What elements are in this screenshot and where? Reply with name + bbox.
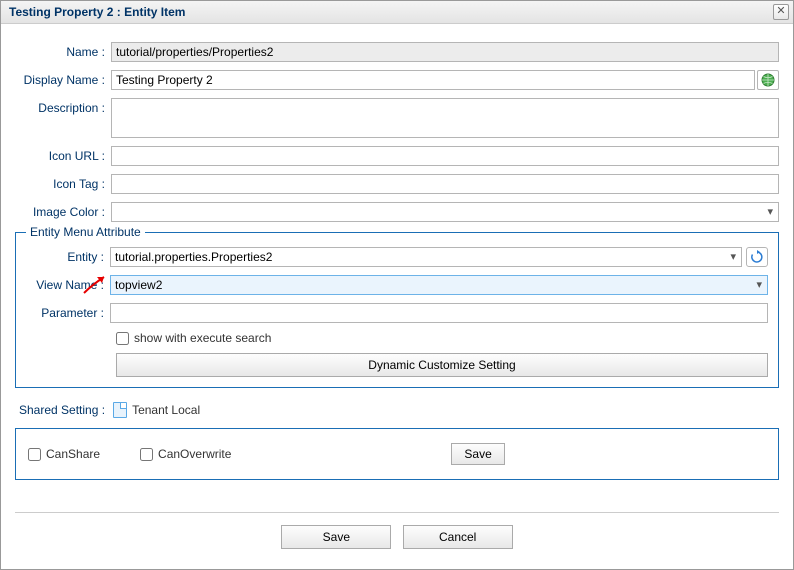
fieldset-legend: Entity Menu Attribute xyxy=(26,225,145,239)
globe-button[interactable] xyxy=(757,70,779,90)
row-show-exec-search: show with execute search xyxy=(116,331,768,345)
icon-tag-input[interactable] xyxy=(111,174,779,194)
globe-icon xyxy=(761,73,775,87)
show-exec-search-label: show with execute search xyxy=(134,331,271,345)
entity-menu-fieldset: Entity Menu Attribute Entity : ▾ xyxy=(15,232,779,388)
label-icon-tag: Icon Tag : xyxy=(15,177,111,191)
titlebar: Testing Property 2 : Entity Item ✕ xyxy=(1,1,793,24)
cancel-button[interactable]: Cancel xyxy=(403,525,513,549)
row-description: Description : xyxy=(15,98,779,138)
display-name-input[interactable] xyxy=(111,70,755,90)
dialog-window: Testing Property 2 : Entity Item ✕ Name … xyxy=(0,0,794,570)
refresh-icon xyxy=(750,250,764,264)
label-icon-url: Icon URL : xyxy=(15,149,111,163)
row-view-name: View Name : ▾ xyxy=(26,275,768,295)
permission-box: CanShare CanOverwrite Save xyxy=(15,428,779,480)
content-area: Name : Display Name : Description : Icon… xyxy=(1,24,793,569)
row-entity: Entity : ▾ xyxy=(26,247,768,267)
row-display-name: Display Name : xyxy=(15,70,779,90)
permission-save-button[interactable]: Save xyxy=(451,443,504,465)
parameter-input[interactable] xyxy=(110,303,768,323)
view-name-select[interactable] xyxy=(110,275,768,295)
label-view-name: View Name : xyxy=(26,278,110,292)
description-input[interactable] xyxy=(111,98,779,138)
name-input xyxy=(111,42,779,62)
can-share-label: CanShare xyxy=(46,447,100,461)
shared-setting-row: Shared Setting : Tenant Local xyxy=(19,402,779,418)
shared-setting-label: Shared Setting : xyxy=(19,403,105,417)
close-icon: ✕ xyxy=(776,5,785,17)
icon-url-input[interactable] xyxy=(111,146,779,166)
row-parameter: Parameter : xyxy=(26,303,768,323)
show-exec-search-checkbox[interactable] xyxy=(116,332,129,345)
row-name: Name : xyxy=(15,42,779,62)
label-name: Name : xyxy=(15,45,111,59)
dynamic-customize-button[interactable]: Dynamic Customize Setting xyxy=(116,353,768,377)
can-share-checkbox[interactable] xyxy=(28,448,41,461)
can-overwrite-label: CanOverwrite xyxy=(158,447,231,461)
file-icon xyxy=(113,402,127,418)
close-button[interactable]: ✕ xyxy=(773,4,789,20)
entity-select[interactable] xyxy=(110,247,742,267)
row-image-color: Image Color : ▾ xyxy=(15,202,779,222)
row-icon-tag: Icon Tag : xyxy=(15,174,779,194)
label-image-color: Image Color : xyxy=(15,205,111,219)
can-overwrite-item: CanOverwrite xyxy=(140,447,231,461)
shared-setting-value: Tenant Local xyxy=(132,403,200,417)
row-icon-url: Icon URL : xyxy=(15,146,779,166)
label-parameter: Parameter : xyxy=(26,306,110,320)
can-overwrite-checkbox[interactable] xyxy=(140,448,153,461)
label-entity: Entity : xyxy=(26,250,110,264)
label-display-name: Display Name : xyxy=(15,73,111,87)
can-share-item: CanShare xyxy=(28,447,100,461)
label-description: Description : xyxy=(15,98,111,115)
image-color-select[interactable] xyxy=(111,202,779,222)
titlebar-title: Testing Property 2 : Entity Item xyxy=(9,5,185,19)
save-button[interactable]: Save xyxy=(281,525,391,549)
refresh-button[interactable] xyxy=(746,247,768,267)
footer: Save Cancel xyxy=(15,512,779,561)
